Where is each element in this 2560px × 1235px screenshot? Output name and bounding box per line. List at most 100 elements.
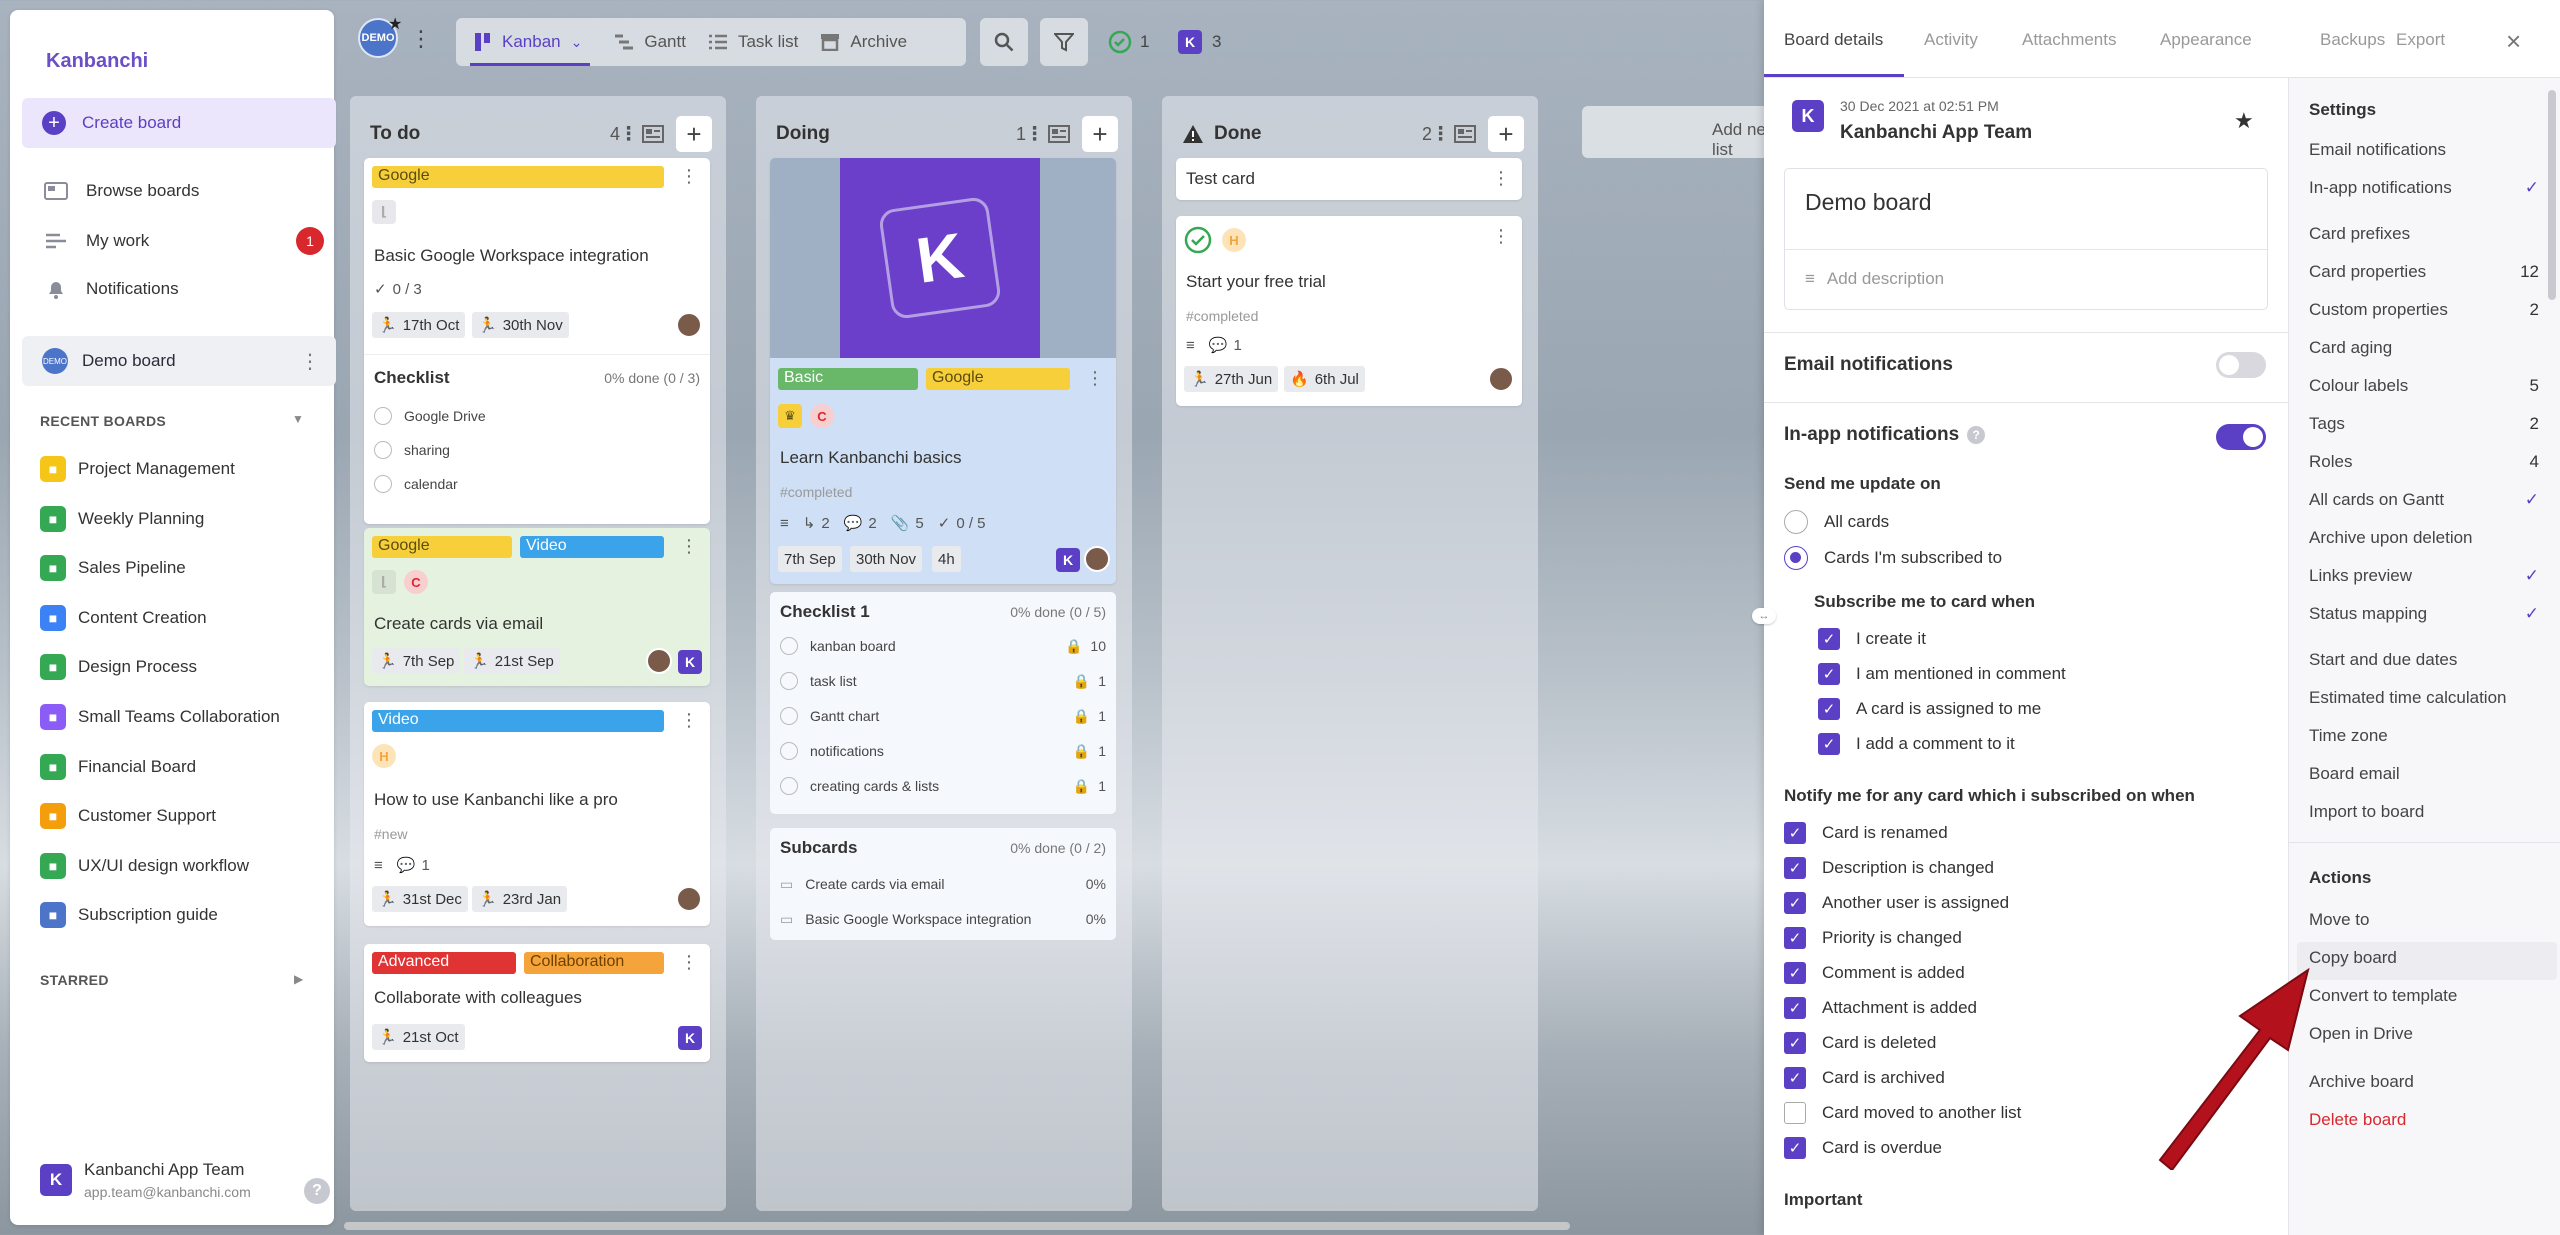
notify-checkbox[interactable]: ✓ Comment is added [1784, 962, 1965, 984]
checklist-item[interactable]: calendar [374, 472, 700, 496]
list-view-icon[interactable] [1454, 125, 1476, 143]
radio-all-cards[interactable]: All cards [1784, 510, 1889, 534]
more-vertical-icon[interactable]: ⋮ [1492, 168, 1510, 189]
resize-handle-icon[interactable]: ↔ [1752, 608, 1776, 624]
add-card-button[interactable]: + [1488, 116, 1524, 152]
settings-item[interactable]: In-app notifications ✓ [2309, 178, 2539, 198]
subcard-item[interactable]: ▭ Basic Google Workspace integration 0% [780, 907, 1106, 931]
checkbox-checked-icon[interactable]: ✓ [1784, 1032, 1806, 1054]
create-board-button[interactable]: + Create board [22, 98, 336, 148]
checkbox-circle-icon[interactable] [374, 441, 392, 459]
list-title[interactable]: To do [370, 123, 420, 145]
view-kanban-tab[interactable]: Kanban ⌄ [469, 18, 591, 66]
checklist-item[interactable]: creating cards & lists 🔒 1 [780, 774, 1106, 798]
checkbox-checked-icon[interactable]: ✓ [1818, 663, 1840, 685]
subscribe-checkbox[interactable]: ✓ I am mentioned in comment [1818, 663, 2066, 685]
subscribe-checkbox[interactable]: ✓ I add a comment to it [1818, 733, 2015, 755]
recent-board-item[interactable]: ■ UX/UI design workflow [40, 851, 249, 881]
settings-item[interactable]: Import to board [2309, 802, 2539, 822]
more-vertical-icon[interactable]: ⋮ [1086, 368, 1104, 389]
settings-item[interactable]: Colour labels 5 [2309, 376, 2539, 396]
close-icon[interactable]: × [2506, 28, 2521, 54]
notify-checkbox[interactable]: ✓ Description is changed [1784, 857, 1994, 879]
notify-checkbox[interactable]: ✓ Card is deleted [1784, 1032, 1936, 1054]
radio-button[interactable] [1784, 510, 1808, 534]
due-date[interactable]: 🏃 21st Sep [464, 648, 560, 674]
checkbox-checked-icon[interactable]: ✓ [1784, 1137, 1806, 1159]
settings-item[interactable]: Card aging [2309, 338, 2539, 358]
more-vertical-icon[interactable]: ⋮ [1025, 123, 1044, 146]
recent-board-item[interactable]: ■ Weekly Planning [40, 504, 204, 534]
my-work-item[interactable]: My work 1 [22, 220, 336, 262]
settings-item[interactable]: Estimated time calculation [2309, 688, 2539, 708]
checkbox-circle-icon[interactable] [374, 407, 392, 425]
card-collaborate[interactable]: Advanced Collaboration ⋮ Collaborate wit… [364, 944, 710, 1062]
start-date[interactable]: 7th Sep [778, 546, 842, 572]
settings-item[interactable]: Email notifications [2309, 140, 2539, 160]
list-view-icon[interactable] [1048, 125, 1070, 143]
current-board-item[interactable]: DEMO Demo board ⋮ [22, 336, 336, 386]
checkbox-circle-icon[interactable] [780, 637, 798, 655]
list-title[interactable]: Doing [776, 123, 830, 145]
checkbox-checked-icon[interactable]: ✓ [1818, 733, 1840, 755]
checkbox-checked-icon[interactable]: ✓ [1784, 822, 1806, 844]
board-name-input[interactable]: Demo board [1805, 189, 1932, 216]
checklist-item[interactable]: kanban board 🔒 10 [780, 634, 1106, 658]
due-date[interactable]: 30th Nov [850, 546, 923, 572]
action-open-in-drive[interactable]: Open in Drive [2309, 1024, 2539, 1044]
settings-item[interactable]: Archive upon deletion [2309, 528, 2539, 548]
checkbox-unchecked-icon[interactable] [1784, 1102, 1806, 1124]
action-move-to[interactable]: Move to [2309, 910, 2539, 930]
user-photo-avatar[interactable] [1084, 546, 1110, 572]
more-vertical-icon[interactable]: ⋮ [1492, 226, 1510, 247]
radio-subscribed-cards[interactable]: Cards I'm subscribed to [1784, 546, 2002, 570]
estimate-badge[interactable]: 4h [932, 546, 961, 572]
start-date[interactable]: 🏃 31st Dec [372, 886, 468, 912]
due-date[interactable]: 🔥 6th Jul [1284, 366, 1365, 392]
add-card-button[interactable]: + [676, 116, 712, 152]
notifications-item[interactable]: Notifications [22, 268, 336, 310]
starred-heading[interactable]: STARRED [40, 972, 109, 988]
view-gantt-tab[interactable]: Gantt [614, 18, 686, 66]
subscribe-checkbox[interactable]: ✓ A card is assigned to me [1818, 698, 2041, 720]
checkbox-checked-icon[interactable]: ✓ [1784, 997, 1806, 1019]
checkbox-checked-icon[interactable]: ✓ [1784, 892, 1806, 914]
recent-board-item[interactable]: ■ Small Teams Collaboration [40, 702, 280, 732]
panel-scrollbar[interactable] [2548, 90, 2556, 300]
help-icon[interactable]: ? [304, 1178, 330, 1204]
settings-item[interactable]: Card properties 12 [2309, 262, 2539, 282]
tab-attachments[interactable]: Attachments [2022, 30, 2117, 50]
user-photo-avatar[interactable] [676, 886, 702, 912]
card-how-to-use[interactable]: Video ⋮ H How to use Kanbanchi like a pr… [364, 702, 710, 926]
checkbox-circle-icon[interactable] [780, 742, 798, 760]
more-vertical-icon[interactable]: ⋮ [300, 349, 320, 374]
tab-export[interactable]: Export [2396, 30, 2445, 50]
due-date[interactable]: 🏃 23rd Jan [472, 886, 568, 912]
checkbox-circle-icon[interactable] [780, 672, 798, 690]
settings-item[interactable]: Tags 2 [2309, 414, 2539, 434]
settings-item[interactable]: All cards on Gantt ✓ [2309, 490, 2539, 510]
action-archive-board[interactable]: Archive board [2309, 1072, 2539, 1092]
board-scrollbar[interactable] [344, 1222, 1570, 1230]
subscribe-checkbox[interactable]: ✓ I create it [1818, 628, 1926, 650]
user-photo-avatar[interactable] [676, 312, 702, 338]
checkbox-circle-icon[interactable] [780, 707, 798, 725]
browse-boards-item[interactable]: Browse boards [22, 170, 336, 212]
notify-checkbox[interactable]: Card moved to another list [1784, 1102, 2021, 1124]
more-vertical-icon[interactable]: ⋮ [619, 123, 638, 146]
description-input[interactable]: ≡ Add description [1805, 269, 1944, 289]
notify-checkbox[interactable]: ✓ Another user is assigned [1784, 892, 2009, 914]
start-date[interactable]: 🏃 27th Jun [1184, 366, 1279, 392]
notify-checkbox[interactable]: ✓ Attachment is added [1784, 997, 1977, 1019]
tab-activity[interactable]: Activity [1924, 30, 1978, 50]
card-free-trial[interactable]: H ⋮ Start your free trial #completed ≡ 💬 … [1176, 216, 1522, 406]
checkbox-checked-icon[interactable]: ✓ [1818, 698, 1840, 720]
checkbox-checked-icon[interactable]: ✓ [1784, 857, 1806, 879]
help-icon[interactable]: ? [1967, 425, 1986, 444]
filter-button[interactable] [1040, 18, 1088, 66]
list-title[interactable]: Done [1214, 123, 1262, 145]
star-icon[interactable]: ★ [2234, 108, 2254, 134]
recent-board-item[interactable]: ■ Subscription guide [40, 900, 218, 930]
tab-board-details[interactable]: Board details [1784, 30, 1883, 50]
start-date[interactable]: 🏃 7th Sep [372, 648, 461, 674]
